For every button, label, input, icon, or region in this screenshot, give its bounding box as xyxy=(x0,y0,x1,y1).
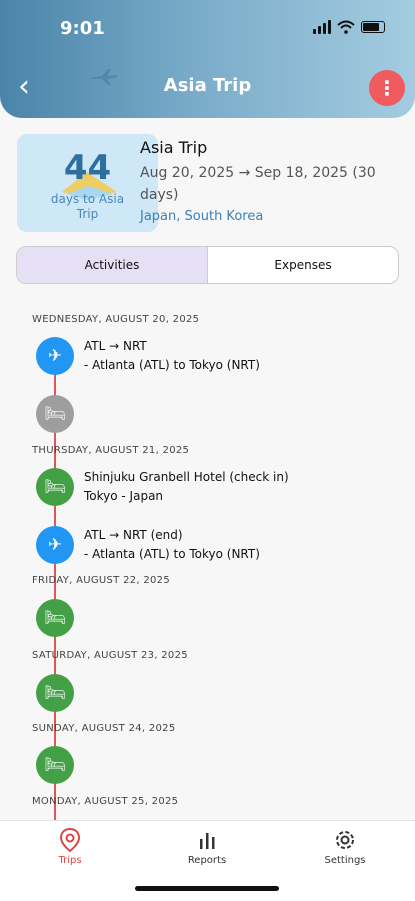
event-title: ATL → NRT xyxy=(84,339,147,353)
hotel-node-icon[interactable]: 🛏 xyxy=(36,599,74,637)
status-time: 9:01 xyxy=(60,18,105,39)
nav-trips[interactable]: Trips xyxy=(25,827,115,866)
event-subtitle: - Atlanta (ATL) to Tokyo (NRT) xyxy=(84,547,260,561)
event-title: ATL → NRT (end) xyxy=(84,528,183,542)
days-count: 44 xyxy=(63,148,112,188)
trip-name: Asia Trip xyxy=(140,138,208,157)
day-header: SUNDAY, AUGUST 24, 2025 xyxy=(32,723,176,734)
nav-trips-label: Trips xyxy=(58,855,82,866)
nav-settings-label: Settings xyxy=(324,855,366,866)
event-subtitle: - Atlanta (ATL) to Tokyo (NRT) xyxy=(84,358,260,372)
page-title: Asia Trip xyxy=(163,75,252,96)
countdown-card: 44 days to Asia Trip xyxy=(17,134,158,232)
gear-icon xyxy=(336,831,354,849)
day-header: SATURDAY, AUGUST 23, 2025 xyxy=(32,650,188,661)
day-header: MONDAY, AUGUST 25, 2025 xyxy=(32,796,179,807)
event-title: Shinjuku Granbell Hotel (check in) xyxy=(84,470,289,484)
activity-timeline: WEDNESDAY, AUGUST 20, 2025 ✈ ATL → NRT -… xyxy=(0,300,415,820)
more-menu-button[interactable]: ⋮ xyxy=(369,70,405,106)
trip-places: Japan, South Korea xyxy=(140,209,264,224)
event-subtitle: Tokyo - Japan xyxy=(84,489,164,503)
hotel-node-icon[interactable]: 🛏 xyxy=(36,674,74,712)
more-icon: ⋮ xyxy=(377,76,397,100)
hotel-node-icon[interactable]: 🛏 xyxy=(36,468,74,506)
status-icons xyxy=(313,20,385,34)
days-caption: days to Asia Trip xyxy=(50,192,125,221)
view-toggle: Activities Expenses xyxy=(16,246,399,284)
nav-reports-label: Reports xyxy=(187,855,227,866)
bed-node-icon[interactable]: 🛏 xyxy=(36,395,74,433)
trip-dates: Aug 20, 2025 → Sep 18, 2025 (30 days) xyxy=(140,165,376,203)
hotel-node-icon[interactable]: 🛏 xyxy=(36,746,74,784)
tab-expenses[interactable]: Expenses xyxy=(208,247,398,283)
home-indicator xyxy=(135,886,279,891)
nav-reports[interactable]: Reports xyxy=(162,827,252,866)
flight-node-icon[interactable]: ✈ xyxy=(36,337,74,375)
nav-settings[interactable]: Settings xyxy=(300,827,390,866)
header: 9:01 ‹ Asia Trip ⋮ xyxy=(0,0,415,118)
location-pin-icon xyxy=(59,827,81,853)
signal-icon xyxy=(313,20,331,34)
day-header: FRIDAY, AUGUST 22, 2025 xyxy=(32,575,170,586)
bar-chart-icon xyxy=(200,833,215,849)
battery-icon xyxy=(361,21,385,33)
day-header: WEDNESDAY, AUGUST 20, 2025 xyxy=(32,314,200,325)
flight-node-icon[interactable]: ✈ xyxy=(36,526,74,564)
tab-activities[interactable]: Activities xyxy=(17,247,208,283)
wifi-icon xyxy=(337,20,355,34)
day-header: THURSDAY, AUGUST 21, 2025 xyxy=(32,445,190,456)
